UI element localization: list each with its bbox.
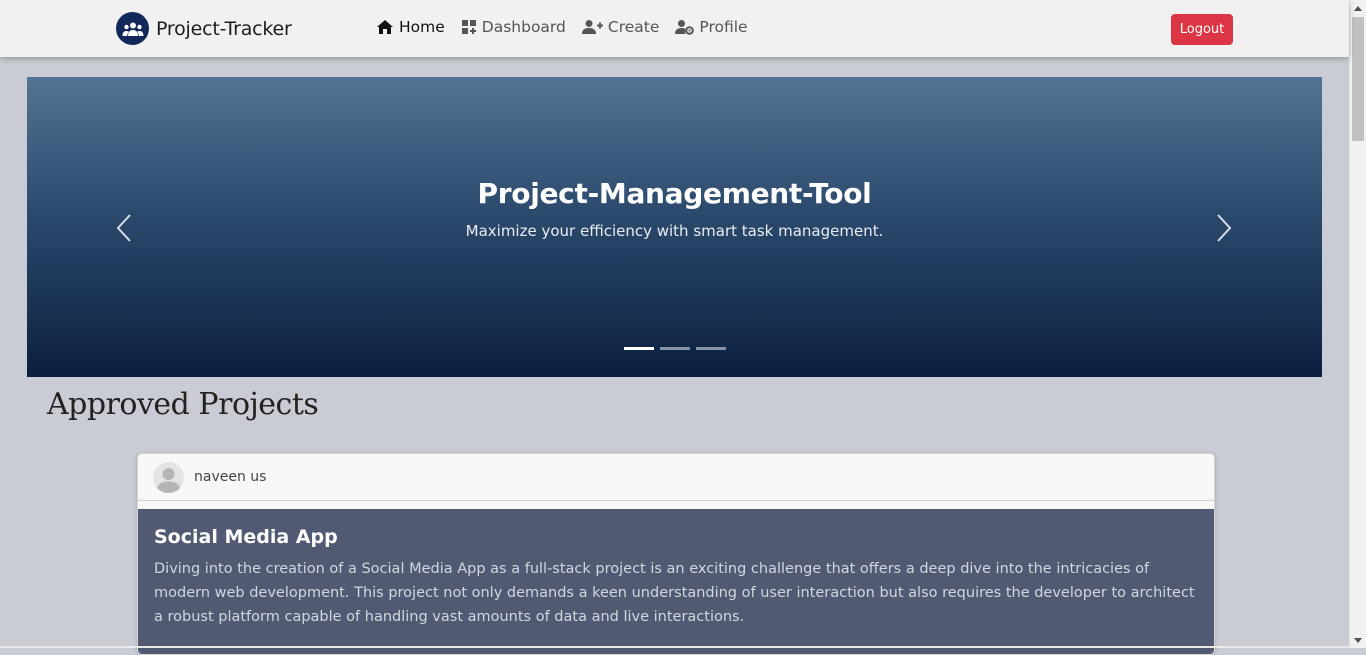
scroll-thumb[interactable] [1352, 17, 1364, 141]
nav-create[interactable]: Create [581, 18, 660, 36]
brand[interactable]: Project-Tracker [116, 12, 292, 45]
brand-name: Project-Tracker [156, 17, 292, 40]
dashboard-icon [461, 20, 476, 34]
page-scrollbar[interactable] [1349, 0, 1366, 648]
home-icon [377, 20, 393, 34]
logout-button[interactable]: Logout [1171, 14, 1233, 45]
nav-profile-label: Profile [699, 18, 748, 36]
carousel-indicator-3[interactable] [696, 347, 726, 350]
section-title: Approved Projects [47, 387, 319, 422]
project-description: Diving into the creation of a Social Med… [154, 561, 1195, 625]
carousel-indicator-1[interactable] [624, 347, 654, 350]
team-icon [116, 12, 149, 45]
main-nav: Home Dashboard Create Profile [376, 18, 764, 36]
project-card[interactable]: naveen us Social Media App Diving into t… [137, 453, 1215, 655]
user-avatar-icon [156, 467, 181, 493]
nav-dashboard[interactable]: Dashboard [461, 18, 566, 36]
carousel-title: Project-Management-Tool [477, 177, 872, 210]
user-gear-icon [675, 20, 695, 35]
hero-carousel: Project-Management-Tool Maximize your ef… [27, 77, 1322, 377]
card-header: naveen us [138, 454, 1214, 501]
top-navbar: Project-Tracker Home Dashboard Create Pr… [0, 0, 1349, 57]
project-author: naveen us [194, 469, 267, 485]
scroll-down-icon[interactable] [1354, 638, 1362, 643]
chevron-right-icon [1217, 214, 1232, 242]
user-plus-icon [581, 20, 603, 34]
card-body: Social Media App Diving into the creatio… [138, 509, 1214, 654]
carousel-next-button[interactable] [1214, 212, 1234, 244]
carousel-subtitle: Maximize your efficiency with smart task… [465, 222, 884, 240]
scroll-up-icon[interactable] [1354, 6, 1362, 11]
carousel-indicators [624, 347, 732, 350]
nav-profile[interactable]: Profile [675, 18, 748, 36]
nav-home-label: Home [399, 18, 445, 36]
project-title: Social Media App [154, 526, 338, 548]
nav-create-label: Create [607, 18, 660, 36]
nav-home[interactable]: Home [376, 18, 445, 36]
nav-dashboard-label: Dashboard [481, 18, 566, 36]
avatar [153, 461, 184, 493]
carousel-indicator-2[interactable] [660, 347, 690, 350]
